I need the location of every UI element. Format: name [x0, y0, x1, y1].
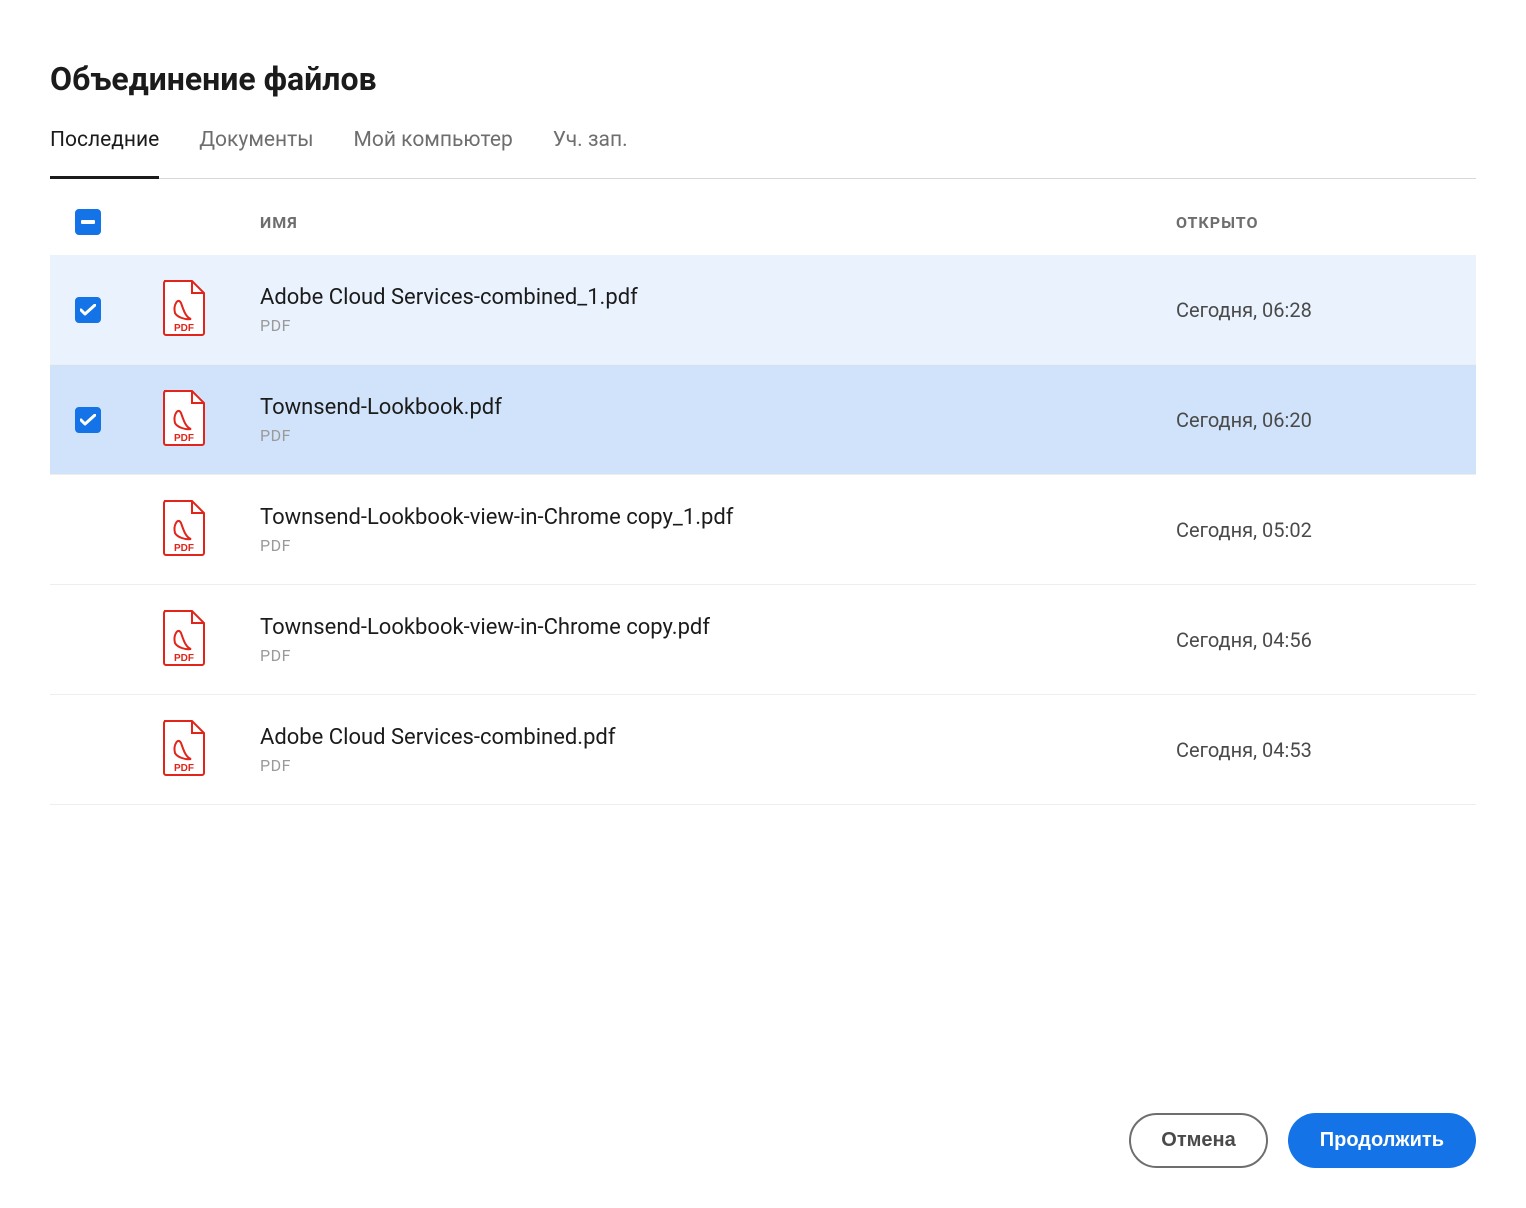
file-opened: Сегодня, 06:28 — [1176, 298, 1476, 322]
file-type: PDF — [260, 756, 1176, 775]
file-opened: Сегодня, 06:20 — [1176, 408, 1476, 432]
file-row[interactable]: PDF Adobe Cloud Services-combined.pdf PD… — [50, 695, 1476, 805]
file-name: Townsend-Lookbook-view-in-Chrome copy.pd… — [260, 615, 1176, 640]
list-header: ИМЯ ОТКРЫТО — [50, 179, 1476, 255]
pdf-file-icon: PDF — [160, 279, 208, 337]
column-header-name[interactable]: ИМЯ — [260, 213, 1176, 232]
tab-recent[interactable]: Последние — [50, 128, 159, 178]
tab-my-computer[interactable]: Мой компьютер — [354, 128, 513, 178]
pdf-file-icon: PDF — [160, 389, 208, 447]
pdf-file-icon: PDF — [160, 609, 208, 667]
file-row[interactable]: PDF Adobe Cloud Services-combined_1.pdf … — [50, 255, 1476, 365]
file-list[interactable]: PDF Adobe Cloud Services-combined_1.pdf … — [50, 255, 1476, 1073]
file-name: Adobe Cloud Services-combined_1.pdf — [260, 285, 1176, 310]
file-opened: Сегодня, 04:53 — [1176, 738, 1476, 762]
file-type: PDF — [260, 316, 1176, 335]
row-checkbox[interactable] — [75, 407, 101, 433]
svg-text:PDF: PDF — [174, 653, 194, 664]
file-type: PDF — [260, 426, 1176, 445]
file-row[interactable]: PDF Townsend-Lookbook-view-in-Chrome cop… — [50, 585, 1476, 695]
file-row[interactable]: PDF Townsend-Lookbook-view-in-Chrome cop… — [50, 475, 1476, 585]
tab-account[interactable]: Уч. зап. — [553, 128, 628, 178]
file-opened: Сегодня, 05:02 — [1176, 518, 1476, 542]
file-name: Adobe Cloud Services-combined.pdf — [260, 725, 1176, 750]
svg-text:PDF: PDF — [174, 543, 194, 554]
file-opened: Сегодня, 04:56 — [1176, 628, 1476, 652]
tabs-bar: Последние Документы Мой компьютер Уч. за… — [50, 128, 1476, 179]
select-all-checkbox[interactable] — [75, 209, 101, 235]
dialog-footer: Отмена Продолжить — [50, 1073, 1476, 1168]
svg-text:PDF: PDF — [174, 763, 194, 774]
file-type: PDF — [260, 536, 1176, 555]
svg-text:PDF: PDF — [174, 433, 194, 444]
continue-button[interactable]: Продолжить — [1288, 1113, 1476, 1168]
cancel-button[interactable]: Отмена — [1129, 1113, 1267, 1168]
file-name: Townsend-Lookbook.pdf — [260, 395, 1176, 420]
tab-documents[interactable]: Документы — [199, 128, 313, 178]
column-header-opened[interactable]: ОТКРЫТО — [1176, 213, 1476, 232]
row-checkbox[interactable] — [75, 297, 101, 323]
file-type: PDF — [260, 646, 1176, 665]
svg-text:PDF: PDF — [174, 323, 194, 334]
file-name: Townsend-Lookbook-view-in-Chrome copy_1.… — [260, 505, 1176, 530]
file-list-container: ИМЯ ОТКРЫТО PDF Adobe Cloud Services-com… — [50, 179, 1476, 1073]
pdf-file-icon: PDF — [160, 499, 208, 557]
pdf-file-icon: PDF — [160, 719, 208, 777]
dialog-title: Объединение файлов — [50, 60, 1476, 98]
file-row[interactable]: PDF Townsend-Lookbook.pdf PDF Сегодня, 0… — [50, 365, 1476, 475]
